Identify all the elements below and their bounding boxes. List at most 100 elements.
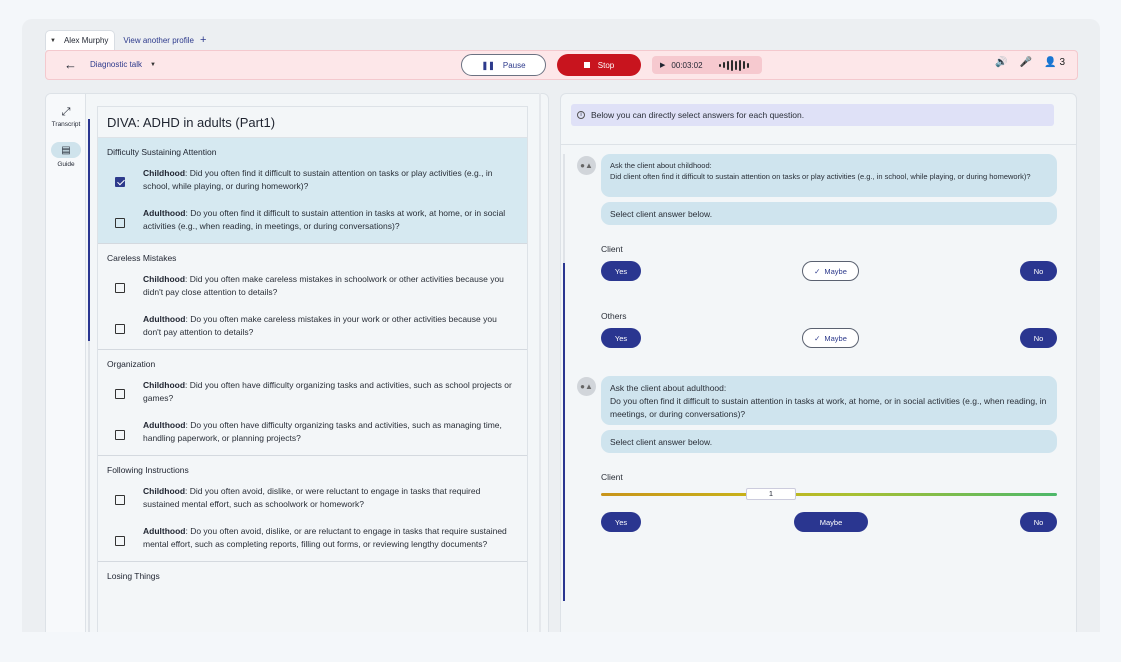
client-label: Client bbox=[601, 244, 623, 254]
microphone-icon[interactable]: 🎤 bbox=[1020, 57, 1032, 68]
person-icon: 👤 bbox=[1044, 57, 1057, 68]
question-item[interactable]: Childhood: Did you often have difficulty… bbox=[98, 373, 527, 415]
side-rail: ⤢ Transcript ▤ Guide bbox=[46, 94, 86, 632]
checkbox[interactable] bbox=[115, 218, 125, 228]
select-hint: Select client answer below. bbox=[610, 437, 713, 447]
play-icon[interactable]: ▶ bbox=[660, 61, 665, 69]
question-text: : Do you often make careless mistakes in… bbox=[143, 314, 497, 337]
participants-button[interactable]: 👤 3 bbox=[1044, 57, 1065, 68]
view-another-profile-link[interactable]: View another profile + bbox=[123, 30, 206, 50]
others-no-button[interactable]: No bbox=[1020, 328, 1057, 348]
question-item[interactable]: Childhood: Did you often find it difficu… bbox=[98, 161, 527, 203]
transcript-label: Transcript bbox=[51, 121, 81, 128]
mode-label: Diagnostic talk bbox=[90, 60, 143, 69]
question-item[interactable]: Adulthood: Do you often avoid, dislike, … bbox=[98, 521, 527, 561]
others-maybe-button[interactable]: ✓ Maybe bbox=[802, 328, 859, 348]
section-title: Losing Things bbox=[107, 571, 160, 581]
question-item[interactable]: Childhood: Did you often avoid, dislike,… bbox=[98, 479, 527, 521]
prompt-bubble: Ask the client about childhood: Did clie… bbox=[601, 154, 1057, 197]
question-text: : Did you often make careless mistakes i… bbox=[143, 274, 504, 297]
question-text: : Do you often have difficulty organizin… bbox=[143, 420, 502, 443]
volume-icon[interactable]: 🔊 bbox=[995, 57, 1007, 68]
session-toolbar: ← Diagnostic talk ▼ ❚❚ Pause Stop ▶ 00:0… bbox=[45, 50, 1078, 80]
profile-tab[interactable]: ▼ Alex Murphy bbox=[45, 30, 116, 50]
stop-label: Stop bbox=[597, 60, 615, 70]
checkbox[interactable] bbox=[115, 536, 125, 546]
question-label: Adulthood bbox=[143, 526, 186, 536]
prompt-line1: Ask the client about childhood: bbox=[610, 161, 712, 170]
client-no-button[interactable]: No bbox=[1020, 261, 1057, 281]
question-item[interactable]: Adulthood: Do you often find it difficul… bbox=[98, 203, 527, 243]
participants-count: 3 bbox=[1059, 57, 1065, 68]
no-label: No bbox=[1033, 333, 1044, 343]
maybe-label: Maybe bbox=[824, 266, 847, 276]
question-item[interactable]: Childhood: Did you often make careless m… bbox=[98, 267, 527, 309]
add-icon[interactable]: + bbox=[200, 34, 206, 46]
checkbox[interactable] bbox=[115, 283, 125, 293]
section-organization: Organization Childhood: Did you often ha… bbox=[98, 350, 527, 456]
no-label: No bbox=[1033, 266, 1044, 276]
no-label: No bbox=[1033, 517, 1044, 527]
caret-down-icon: ▼ bbox=[150, 61, 156, 68]
question-item[interactable]: Adulthood: Do you often make careless mi… bbox=[98, 309, 527, 349]
select-hint: Select client answer below. bbox=[610, 209, 713, 219]
section-title: Careless Mistakes bbox=[107, 253, 177, 263]
mode-dropdown[interactable]: Diagnostic talk ▼ bbox=[90, 60, 156, 69]
client-maybe-button[interactable]: Maybe bbox=[794, 512, 868, 532]
client-yes-button[interactable]: Yes bbox=[601, 512, 641, 532]
answer-slider[interactable] bbox=[601, 493, 1057, 496]
checkbox[interactable] bbox=[115, 430, 125, 440]
info-banner: i Below you can directly select answers … bbox=[571, 104, 1054, 126]
back-arrow-icon[interactable]: ← bbox=[64, 57, 77, 72]
maybe-label: Maybe bbox=[819, 517, 843, 527]
question-label: Adulthood bbox=[143, 420, 186, 430]
profile-name: Alex Murphy bbox=[63, 36, 109, 45]
question-item[interactable]: Adulthood: Do you often have difficulty … bbox=[98, 415, 527, 455]
slider-value[interactable]: 1 bbox=[746, 488, 796, 500]
checkbox[interactable] bbox=[115, 495, 125, 505]
question-label: Adulthood bbox=[143, 208, 186, 218]
question-text: : Do you often find it difficult to sust… bbox=[143, 208, 506, 231]
stop-button[interactable]: Stop bbox=[557, 54, 641, 76]
divider bbox=[561, 144, 1076, 145]
client-maybe-button[interactable]: ✓ Maybe bbox=[802, 261, 859, 281]
select-hint-bubble: Select client answer below. bbox=[601, 202, 1057, 225]
transcript-button[interactable]: ⤢ Transcript bbox=[46, 106, 86, 128]
question-text: : Did you often have difficulty organizi… bbox=[143, 380, 512, 403]
yes-label: Yes bbox=[614, 517, 628, 527]
client-yes-button[interactable]: Yes bbox=[601, 261, 641, 281]
checkbox[interactable] bbox=[115, 389, 125, 399]
waveform-icon bbox=[718, 59, 749, 71]
question-label: Childhood bbox=[143, 274, 186, 284]
section-losing-things: Losing Things bbox=[98, 562, 527, 585]
client-label: Client bbox=[601, 472, 623, 482]
prompt-line2: Did client often find it difficult to su… bbox=[610, 172, 1031, 181]
assistant-avatar: ●▲ bbox=[577, 377, 596, 396]
profile-bar: ▼ Alex Murphy View another profile + bbox=[45, 30, 206, 50]
guide-button[interactable]: ▤ Guide bbox=[46, 142, 86, 168]
question-label: Childhood bbox=[143, 380, 186, 390]
question-label: Childhood bbox=[143, 486, 186, 496]
others-yes-button[interactable]: Yes bbox=[601, 328, 641, 348]
pause-button[interactable]: ❚❚ Pause bbox=[461, 54, 546, 76]
question-text: : Did you often avoid, dislike, or were … bbox=[143, 486, 481, 509]
others-label: Others bbox=[601, 311, 627, 321]
check-icon: ✓ bbox=[814, 266, 821, 276]
question-text: : Did you often find it difficult to sus… bbox=[143, 168, 493, 191]
app-frame: ▼ Alex Murphy View another profile + ← D… bbox=[22, 19, 1100, 632]
info-text: Below you can directly select answers fo… bbox=[591, 110, 805, 120]
checkbox[interactable] bbox=[115, 177, 125, 187]
caret-down-icon[interactable]: ▼ bbox=[50, 38, 56, 44]
stop-icon bbox=[583, 62, 590, 68]
question-text: : Do you often avoid, dislike, or are re… bbox=[143, 526, 507, 549]
checkbox[interactable] bbox=[115, 324, 125, 334]
section-title: Difficulty Sustaining Attention bbox=[107, 147, 217, 157]
guide-label: Guide bbox=[57, 161, 75, 168]
section-sustaining-attention: Difficulty Sustaining Attention Childhoo… bbox=[98, 138, 527, 244]
client-no-button[interactable]: No bbox=[1020, 512, 1057, 532]
guide-title: DIVA: ADHD in adults (Part1) bbox=[98, 107, 527, 138]
assistant-avatar: ●▲ bbox=[577, 156, 596, 175]
section-title: Following Instructions bbox=[107, 465, 189, 475]
maybe-label: Maybe bbox=[824, 333, 847, 343]
pause-label: Pause bbox=[502, 60, 526, 70]
